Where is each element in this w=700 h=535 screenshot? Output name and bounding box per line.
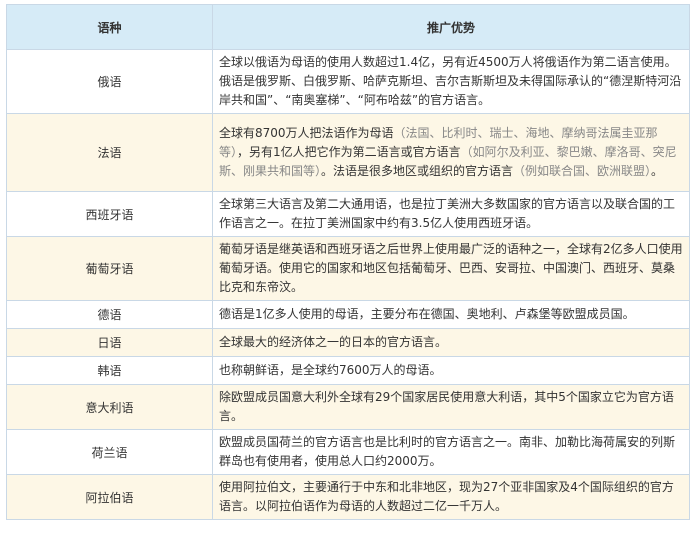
language-description: 使用阿拉伯文，主要通行于中东和北非地区，现为27个亚非国家及4个国际组织的官方语… bbox=[212, 474, 690, 520]
language-name: 韩语 bbox=[6, 356, 213, 385]
language-description: 全球最大的经济体之一的日本的官方语言。 bbox=[212, 328, 690, 357]
language-table-container: 语种 推广优势 俄语 全球以俄语为母语的使用人数超过1.4亿，另有近4500万人… bbox=[6, 4, 690, 520]
language-description: 欧盟成员国荷兰的官方语言也是比利时的官方语言之一。南非、加勒比海荷属安的列斯群岛… bbox=[212, 429, 690, 475]
desc-note: （例如联合国、欧洲联盟） bbox=[513, 164, 652, 178]
language-name: 法语 bbox=[6, 113, 213, 192]
desc-text: 。 bbox=[651, 164, 664, 178]
table-row: 阿拉伯语 使用阿拉伯文，主要通行于中东和北非地区，现为27个亚非国家及4个国际组… bbox=[6, 474, 690, 520]
table-row: 荷兰语 欧盟成员国荷兰的官方语言也是比利时的官方语言之一。南非、加勒比海荷属安的… bbox=[6, 429, 690, 475]
language-description: 全球以俄语为母语的使用人数超过1.4亿，另有近4500万人将俄语作为第二语言使用… bbox=[212, 49, 690, 114]
header-advantages: 推广优势 bbox=[212, 4, 690, 50]
language-description: 全球有8700万人把法语作为母语（法国、比利时、瑞士、海地、摩纳哥法属圭亚那等）… bbox=[212, 113, 690, 192]
table-header-row: 语种 推广优势 bbox=[6, 4, 690, 50]
language-description: 全球第三大语言及第二大通用语，也是拉丁美洲大多数国家的官方语言以及联合国的工作语… bbox=[212, 191, 690, 237]
table-row: 葡萄牙语 葡萄牙语是继英语和西班牙语之后世界上使用最广泛的语种之一，全球有2亿多… bbox=[6, 236, 690, 301]
table-row: 德语 德语是1亿多人使用的母语，主要分布在德国、奥地利、卢森堡等欧盟成员国。 bbox=[6, 300, 690, 329]
language-description: 除欧盟成员国意大利外全球有29个国家居民使用意大利语，其中5个国家立它为官方语言… bbox=[212, 384, 690, 430]
language-description: 葡萄牙语是继英语和西班牙语之后世界上使用最广泛的语种之一，全球有2亿多人口使用葡… bbox=[212, 236, 690, 301]
language-name: 意大利语 bbox=[6, 384, 213, 430]
table-row: 西班牙语 全球第三大语言及第二大通用语，也是拉丁美洲大多数国家的官方语言以及联合… bbox=[6, 191, 690, 237]
desc-text: ，另有1亿人把它作为第二语言或官方语言 bbox=[237, 145, 461, 159]
table-row: 日语 全球最大的经济体之一的日本的官方语言。 bbox=[6, 328, 690, 357]
table-row: 俄语 全球以俄语为母语的使用人数超过1.4亿，另有近4500万人将俄语作为第二语… bbox=[6, 49, 690, 114]
language-name: 西班牙语 bbox=[6, 191, 213, 237]
language-name: 俄语 bbox=[6, 49, 213, 114]
language-name: 葡萄牙语 bbox=[6, 236, 213, 301]
desc-text: 全球有8700万人把法语作为母语 bbox=[219, 126, 394, 140]
language-description: 德语是1亿多人使用的母语，主要分布在德国、奥地利、卢森堡等欧盟成员国。 bbox=[212, 300, 690, 329]
table-row: 韩语 也称朝鲜语，是全球约7600万人的母语。 bbox=[6, 356, 690, 385]
table-row: 法语 全球有8700万人把法语作为母语（法国、比利时、瑞士、海地、摩纳哥法属圭亚… bbox=[6, 113, 690, 192]
language-description: 也称朝鲜语，是全球约7600万人的母语。 bbox=[212, 356, 690, 385]
language-name: 阿拉伯语 bbox=[6, 474, 213, 520]
desc-text: 。法语是很多地区或组织的官方语言 bbox=[321, 164, 514, 178]
language-table: 语种 推广优势 俄语 全球以俄语为母语的使用人数超过1.4亿，另有近4500万人… bbox=[6, 4, 690, 520]
header-language: 语种 bbox=[6, 4, 213, 50]
language-name: 荷兰语 bbox=[6, 429, 213, 475]
language-name: 德语 bbox=[6, 300, 213, 329]
table-row: 意大利语 除欧盟成员国意大利外全球有29个国家居民使用意大利语，其中5个国家立它… bbox=[6, 384, 690, 430]
language-name: 日语 bbox=[6, 328, 213, 357]
